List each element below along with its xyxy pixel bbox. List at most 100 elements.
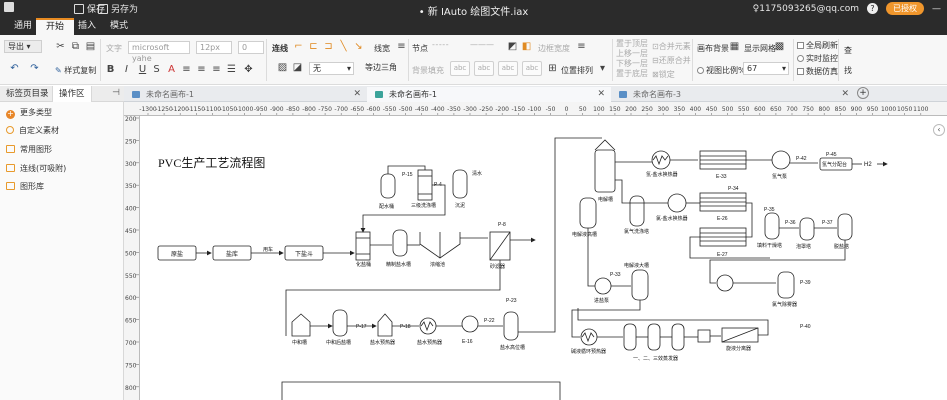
- add-tab-icon[interactable]: +: [857, 87, 869, 99]
- live-monitor-checkbox[interactable]: [797, 55, 804, 62]
- collapse-right-icon[interactable]: ‹: [933, 124, 945, 136]
- equip-high-tank[interactable]: [503, 311, 519, 341]
- equip-electrolyzer[interactable]: [594, 149, 616, 193]
- line-color-icon[interactable]: ▨: [276, 62, 289, 74]
- position-button[interactable]: 位置排列: [561, 65, 593, 76]
- align-left-icon[interactable]: ≡: [180, 64, 193, 76]
- equip-electrolyte-high-tank[interactable]: [579, 197, 597, 229]
- auth-button[interactable]: 已授权: [886, 2, 924, 15]
- connector-line-icon[interactable]: ╲: [337, 41, 350, 53]
- bold-icon[interactable]: B: [104, 64, 117, 76]
- send-bottom-button[interactable]: 置于底层: [616, 68, 648, 79]
- equip-evap-2[interactable]: [647, 323, 661, 351]
- equip-cond-preheater[interactable]: [580, 328, 598, 346]
- style-chip-1[interactable]: abc: [450, 61, 470, 76]
- replace-button[interactable]: 找: [844, 65, 852, 76]
- equip-pump-p39[interactable]: [716, 274, 734, 292]
- line-width-icon[interactable]: ≡: [395, 41, 408, 53]
- panel-item-more-types[interactable]: + 更多类型: [6, 106, 52, 120]
- border-width-icon[interactable]: ≡: [575, 41, 588, 53]
- style-chip-2[interactable]: abc: [474, 61, 494, 76]
- panel-item-shape-library[interactable]: 图形库: [6, 180, 44, 194]
- redo-icon[interactable]: ↷: [28, 63, 41, 75]
- italic-icon[interactable]: I: [120, 64, 133, 76]
- arrow-style-select[interactable]: 等边三角: [362, 62, 404, 75]
- equip-h-pump[interactable]: [771, 150, 791, 170]
- doc-tab-1[interactable]: 未命名画布-1 ✕: [124, 87, 367, 102]
- minimize-button[interactable]: —: [932, 4, 941, 14]
- position-icon[interactable]: ⊞: [546, 63, 559, 75]
- doc-tab-2[interactable]: 未命名画布-1 ✕: [367, 87, 611, 102]
- doc-tab-3[interactable]: 未命名画布-3 ✕: [611, 87, 855, 102]
- pin-icon[interactable]: ⊣: [112, 88, 120, 98]
- equip-h-cooler[interactable]: [651, 150, 671, 170]
- panel-item-common-shapes[interactable]: 常用图形: [6, 143, 52, 157]
- equip-neutral-after[interactable]: [332, 309, 348, 337]
- equip-dryer[interactable]: [764, 212, 780, 240]
- font-color-icon[interactable]: A: [165, 64, 178, 76]
- style-chip-4[interactable]: abc: [522, 61, 542, 76]
- equip-evap-1[interactable]: [623, 323, 637, 351]
- equip-preheater[interactable]: [419, 317, 437, 335]
- equip-cl-exchanger[interactable]: [667, 193, 687, 213]
- lock-button[interactable]: ⊠锁定: [652, 69, 675, 80]
- copy-icon[interactable]: ⧉: [69, 41, 82, 53]
- connector-elbow-icon[interactable]: ⊏: [307, 41, 320, 53]
- equip-cl-mist[interactable]: [777, 271, 795, 299]
- equip-neutral-tank[interactable]: [291, 313, 311, 337]
- equip-salt-dissolver[interactable]: [355, 231, 371, 261]
- equip-small-tank[interactable]: [697, 329, 711, 343]
- equip-desalter[interactable]: [837, 213, 853, 241]
- help-icon[interactable]: ?: [867, 3, 878, 14]
- font-size-select[interactable]: 12px: [196, 41, 232, 54]
- panel-item-connectors[interactable]: 连线(可吸附): [6, 162, 66, 176]
- valign-icon[interactable]: ✥: [242, 64, 255, 76]
- view-scale-radio[interactable]: [697, 67, 704, 74]
- data-sim-checkbox[interactable]: [797, 68, 804, 75]
- tab-operation-area[interactable]: 操作区: [52, 86, 92, 102]
- equip-salt-pump[interactable]: [594, 277, 612, 295]
- live-monitor-option[interactable]: 实时监控: [797, 53, 838, 64]
- restore-merge-button[interactable]: ⊟还原合并: [652, 55, 691, 66]
- equip-salt-preheat-tank[interactable]: [377, 313, 393, 337]
- data-sim-option[interactable]: 数据仿真: [797, 66, 838, 77]
- equip-electrolyte-tank[interactable]: [631, 269, 649, 301]
- equip-salt-hopper-tank[interactable]: [380, 173, 396, 199]
- align-center-icon[interactable]: ≡: [195, 64, 208, 76]
- grid-toggle[interactable]: ▩: [773, 41, 786, 53]
- panel-item-custom-material[interactable]: 自定义素材: [6, 124, 59, 138]
- close-icon[interactable]: ✕: [353, 87, 361, 102]
- node-line-solid[interactable]: ———: [470, 40, 494, 49]
- font-size-step[interactable]: 0: [238, 41, 264, 54]
- zoom-input[interactable]: 67 ▾: [743, 62, 789, 75]
- align-justify-icon[interactable]: ☰: [225, 64, 238, 76]
- border-style-icon[interactable]: ◧: [520, 41, 533, 53]
- equip-refined-tank[interactable]: [392, 229, 408, 257]
- line-style-select[interactable]: 无 ▾: [309, 62, 354, 75]
- auto-refresh-checkbox[interactable]: [797, 42, 804, 49]
- equip-cl-washer[interactable]: [629, 195, 645, 227]
- equip-clarifier[interactable]: [452, 169, 468, 199]
- close-icon[interactable]: ✕: [597, 87, 605, 102]
- node-line-dashed[interactable]: - - - - -: [432, 40, 449, 49]
- format-painter-button[interactable]: ✎ 样式复制: [55, 65, 96, 76]
- border-color-icon[interactable]: ◩: [506, 41, 519, 53]
- connector-curve-icon[interactable]: ⊐: [322, 41, 335, 53]
- merge-button[interactable]: ⊡合并元素: [652, 41, 691, 52]
- connector-straight-icon[interactable]: ⌐: [292, 41, 305, 53]
- drawing-canvas[interactable]: PVC生产工艺流程图 原盐 盐库 下盐斗 用车 化盐桶 配水桶 P-15 三级洗…: [140, 116, 947, 400]
- equip-bubble-tower[interactable]: [799, 217, 815, 241]
- account-label[interactable]: ♀1175093265@qq.com: [753, 4, 859, 14]
- close-icon[interactable]: ✕: [841, 87, 849, 102]
- connector-arrow-icon[interactable]: ↘: [352, 41, 365, 53]
- fill-color-icon[interactable]: ◪: [291, 62, 304, 74]
- auto-refresh-option[interactable]: 全局刷新: [797, 40, 838, 51]
- menu-tab-mode[interactable]: 模式: [100, 18, 138, 35]
- position-dropdown-icon[interactable]: ▾: [596, 63, 609, 75]
- style-chip-3[interactable]: abc: [498, 61, 518, 76]
- tab-tag-directory[interactable]: 标签页目录: [0, 86, 55, 102]
- cut-icon[interactable]: ✂: [54, 41, 67, 53]
- underline-icon[interactable]: U: [136, 64, 149, 76]
- canvas-bg-icon[interactable]: ▦: [728, 41, 741, 53]
- align-right-icon[interactable]: ≡: [210, 64, 223, 76]
